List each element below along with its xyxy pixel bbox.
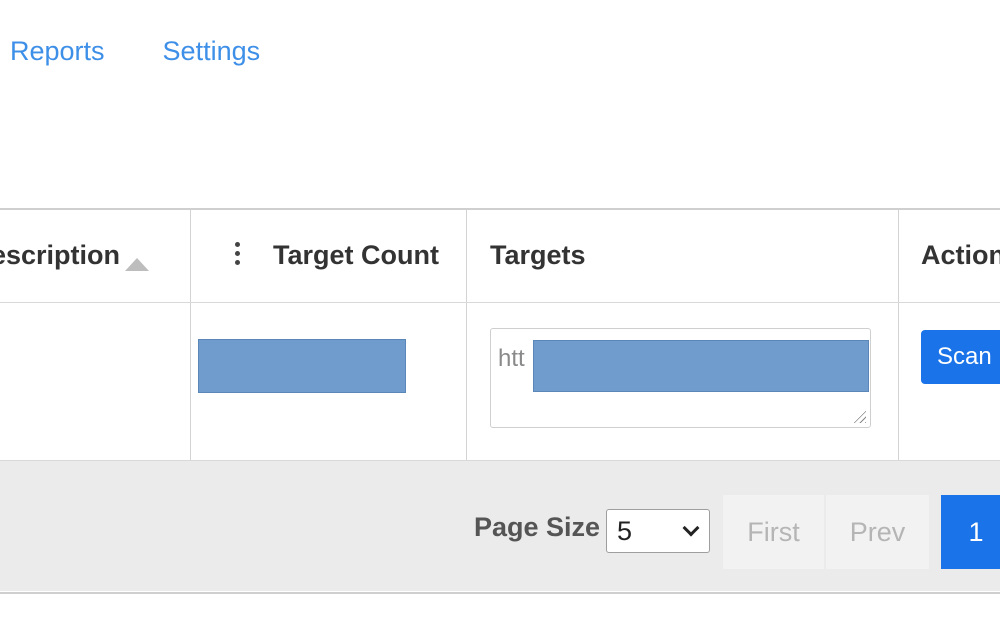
first-page-button[interactable]: First [723,495,824,569]
column-header-targets-label: Targets [490,240,586,270]
current-page-button[interactable]: 1 [941,495,1000,569]
redacted-block [533,340,869,392]
column-header-target-count-label: Target Count [273,240,439,270]
scan-button[interactable]: Scan [921,330,1000,384]
nav-settings-link[interactable]: Settings [163,36,261,67]
pagination-bar: Page Size 5 First Prev 1 [0,460,1000,591]
table-row: htt Scan [0,303,1000,460]
column-header-action-label: Action [921,240,1000,270]
prev-page-button[interactable]: Prev [826,495,929,569]
page-size-label: Page Size [474,512,601,542]
chevron-down-icon [682,519,700,537]
targets-text: htt [498,345,525,372]
row-targets-cell: htt [467,303,899,460]
row-target-count-cell [191,303,467,460]
scans-table: escription Target Count Targets Action h… [0,208,1000,594]
top-nav: Reports Settings [0,28,318,74]
resize-grip-icon[interactable] [852,409,866,423]
column-header-action: Action [899,210,1000,302]
table-header-row: escription Target Count Targets Action [0,210,1000,303]
column-header-target-count[interactable]: Target Count [191,210,467,302]
sort-ascending-icon[interactable] [125,258,149,271]
column-header-description-label: escription [0,240,120,270]
page-size-select[interactable]: 5 [606,509,710,553]
targets-textarea[interactable]: htt [490,328,871,428]
row-description-cell [0,303,191,460]
page-size-value: 5 [617,516,633,546]
redacted-block [198,339,406,393]
nav-reports-link[interactable]: Reports [10,36,105,67]
column-header-description[interactable]: escription [0,210,191,302]
row-action-cell: Scan [899,303,1000,460]
column-header-targets[interactable]: Targets [467,210,899,302]
page: Reports Settings escription Target Count… [0,0,1000,625]
kebab-menu-icon[interactable] [233,242,241,270]
